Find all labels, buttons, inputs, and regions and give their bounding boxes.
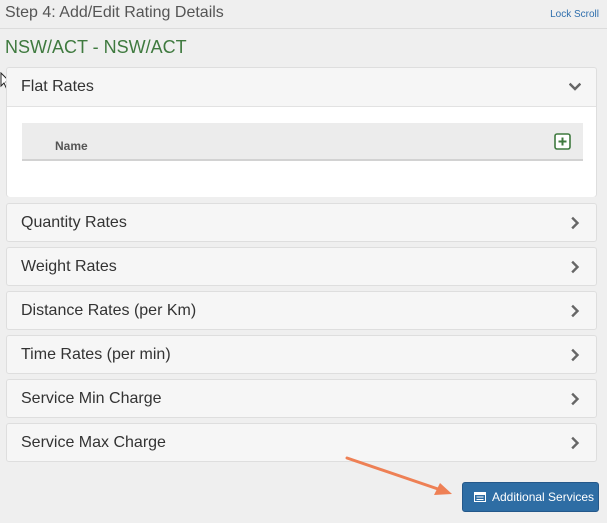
step-title: Step 4: Add/Edit Rating Details — [5, 4, 224, 21]
time-rates-title: Time Rates (per min) — [21, 346, 171, 363]
time-rates-panel[interactable]: Time Rates (per min) — [6, 335, 597, 374]
annotation-arrow-icon — [345, 456, 452, 495]
distance-rates-panel[interactable]: Distance Rates (per Km) — [6, 291, 597, 330]
additional-services-button[interactable]: Additional Services — [462, 482, 599, 512]
quantity-rates-title: Quantity Rates — [21, 214, 127, 231]
flat-rates-panel: Flat Rates Name — [6, 67, 597, 197]
service-min-charge-title: Service Min Charge — [21, 390, 162, 407]
chevron-right-icon — [571, 216, 580, 230]
lock-scroll-link[interactable]: Lock Scroll — [550, 9, 599, 20]
page-header: Step 4: Add/Edit Rating Details Lock Scr… — [0, 0, 607, 29]
chevron-right-icon — [571, 436, 580, 450]
chevron-right-icon — [571, 348, 580, 362]
service-min-charge-panel[interactable]: Service Min Charge — [6, 379, 597, 418]
service-max-charge-panel[interactable]: Service Max Charge — [6, 423, 597, 462]
chevron-right-icon — [571, 260, 580, 274]
route-title: NSW/ACT - NSW/ACT — [5, 37, 187, 57]
flat-rates-table-header: Name — [22, 123, 583, 161]
list-icon — [474, 492, 486, 502]
flat-rates-body: Name — [7, 106, 596, 197]
quantity-rates-panel[interactable]: Quantity Rates — [6, 203, 597, 242]
flat-rates-title: Flat Rates — [21, 78, 94, 95]
column-header-name: Name — [55, 139, 88, 153]
additional-services-label: Additional Services — [492, 490, 595, 504]
chevron-down-icon — [569, 82, 581, 91]
service-max-charge-title: Service Max Charge — [21, 434, 166, 451]
plus-square-icon[interactable] — [554, 133, 571, 150]
weight-rates-title: Weight Rates — [21, 258, 117, 275]
chevron-right-icon — [571, 392, 580, 406]
distance-rates-title: Distance Rates (per Km) — [21, 302, 197, 319]
chevron-right-icon — [571, 304, 580, 318]
weight-rates-panel[interactable]: Weight Rates — [6, 247, 597, 286]
flat-rates-header[interactable]: Flat Rates — [7, 68, 596, 105]
